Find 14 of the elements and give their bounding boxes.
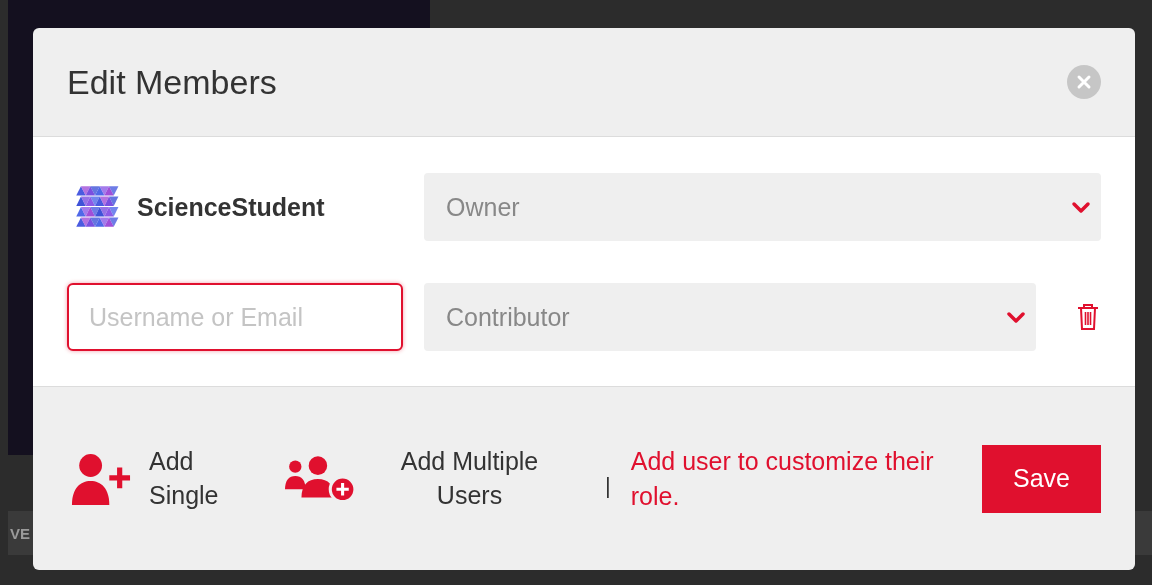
username: ScienceStudent [137,192,325,222]
role-dropdown[interactable]: Owner [424,173,1101,241]
hint-text: Add user to customize their role. [630,445,935,512]
separator: | [605,472,611,499]
add-link[interactable]: Add Multiple Users [387,444,552,513]
add-link[interactable]: Add Single [149,444,229,513]
save-button[interactable]: Save [982,444,1101,513]
chevron-icon[interactable] [1071,199,1091,215]
dialog-title: Edit Members [67,62,277,102]
username-field[interactable]: Username or Email [67,283,403,351]
toolbar-label: VE [9,524,30,542]
trash-icon[interactable] [1076,303,1100,331]
role-dropdown[interactable]: Contributor [424,283,1036,351]
chevron-icon[interactable] [1006,309,1026,325]
